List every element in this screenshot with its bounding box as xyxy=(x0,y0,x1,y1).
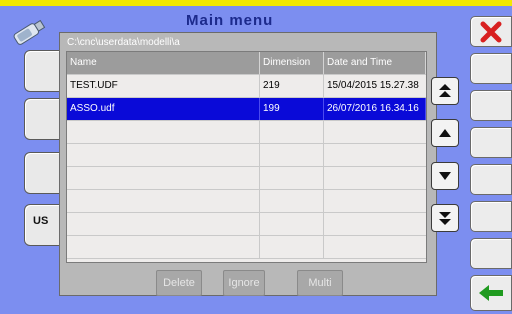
empty-cell xyxy=(260,190,324,212)
empty-cell xyxy=(260,121,324,143)
close-icon xyxy=(480,21,502,42)
scroll-top-button[interactable] xyxy=(431,77,459,105)
scroll-bottom-button[interactable] xyxy=(431,204,459,232)
empty-cell xyxy=(324,167,426,189)
table-row-selected[interactable]: ASSO.udf 199 26/07/2016 16.34.16 xyxy=(67,98,426,121)
right-menu-button-5[interactable] xyxy=(470,164,512,195)
up-arrow-icon xyxy=(439,129,451,137)
empty-cell xyxy=(67,213,260,235)
right-menu-button-4[interactable] xyxy=(470,127,512,158)
empty-cell xyxy=(67,144,260,166)
close-button[interactable] xyxy=(470,16,512,47)
table-row-empty[interactable] xyxy=(67,236,426,259)
back-button[interactable] xyxy=(470,275,512,311)
empty-cell xyxy=(324,190,426,212)
double-up-arrow-icon xyxy=(439,84,451,97)
table-header: Name Dimension Date and Time xyxy=(67,52,426,75)
empty-cell xyxy=(324,236,426,258)
table-row-empty[interactable] xyxy=(67,190,426,213)
double-down-arrow-icon xyxy=(439,212,451,225)
right-menu-button-2[interactable] xyxy=(470,53,512,84)
empty-cell xyxy=(67,121,260,143)
file-table: Name Dimension Date and Time TEST.UDF 21… xyxy=(66,51,427,263)
file-browser-dialog: C:\cnc\userdata\modelli\a Name Dimension… xyxy=(59,32,459,296)
empty-cell xyxy=(324,213,426,235)
table-row[interactable]: TEST.UDF 219 15/04/2015 15.27.38 xyxy=(67,75,426,98)
ignore-button[interactable]: Ignore xyxy=(223,270,265,296)
empty-cell xyxy=(67,167,260,189)
column-header-datetime[interactable]: Date and Time xyxy=(324,52,426,74)
empty-cell xyxy=(324,121,426,143)
empty-cell xyxy=(67,236,260,258)
scroll-down-button[interactable] xyxy=(431,162,459,190)
usb-button-label: US xyxy=(33,215,49,227)
scroll-up-button[interactable] xyxy=(431,119,459,147)
file-dimension: 199 xyxy=(260,98,324,120)
table-row-empty[interactable] xyxy=(67,121,426,144)
empty-cell xyxy=(260,213,324,235)
table-row-empty[interactable] xyxy=(67,144,426,167)
multi-button[interactable]: Multi xyxy=(297,270,343,296)
current-path: C:\cnc\userdata\modelli\a xyxy=(67,37,180,48)
empty-cell xyxy=(260,236,324,258)
file-datetime: 26/07/2016 16.34.16 xyxy=(324,98,426,120)
right-menu-button-6[interactable] xyxy=(470,201,512,232)
file-dimension: 219 xyxy=(260,75,324,97)
delete-button[interactable]: Delete xyxy=(156,270,202,296)
down-arrow-icon xyxy=(439,172,451,180)
arrow-left-icon xyxy=(479,285,503,301)
right-menu-button-3[interactable] xyxy=(470,90,512,121)
file-name: ASSO.udf xyxy=(67,98,260,120)
empty-cell xyxy=(67,190,260,212)
table-row-empty[interactable] xyxy=(67,213,426,236)
table-row-empty[interactable] xyxy=(67,167,426,190)
empty-cell xyxy=(324,144,426,166)
column-header-dimension[interactable]: Dimension xyxy=(260,52,324,74)
column-header-name[interactable]: Name xyxy=(67,52,260,74)
usb-stick-icon[interactable] xyxy=(8,18,48,48)
right-menu-button-7[interactable] xyxy=(470,238,512,269)
empty-cell xyxy=(260,167,324,189)
file-datetime: 15/04/2015 15.27.38 xyxy=(327,80,419,91)
page-title: Main menu xyxy=(186,12,274,29)
file-name: TEST.UDF xyxy=(67,75,260,97)
empty-cell xyxy=(260,144,324,166)
